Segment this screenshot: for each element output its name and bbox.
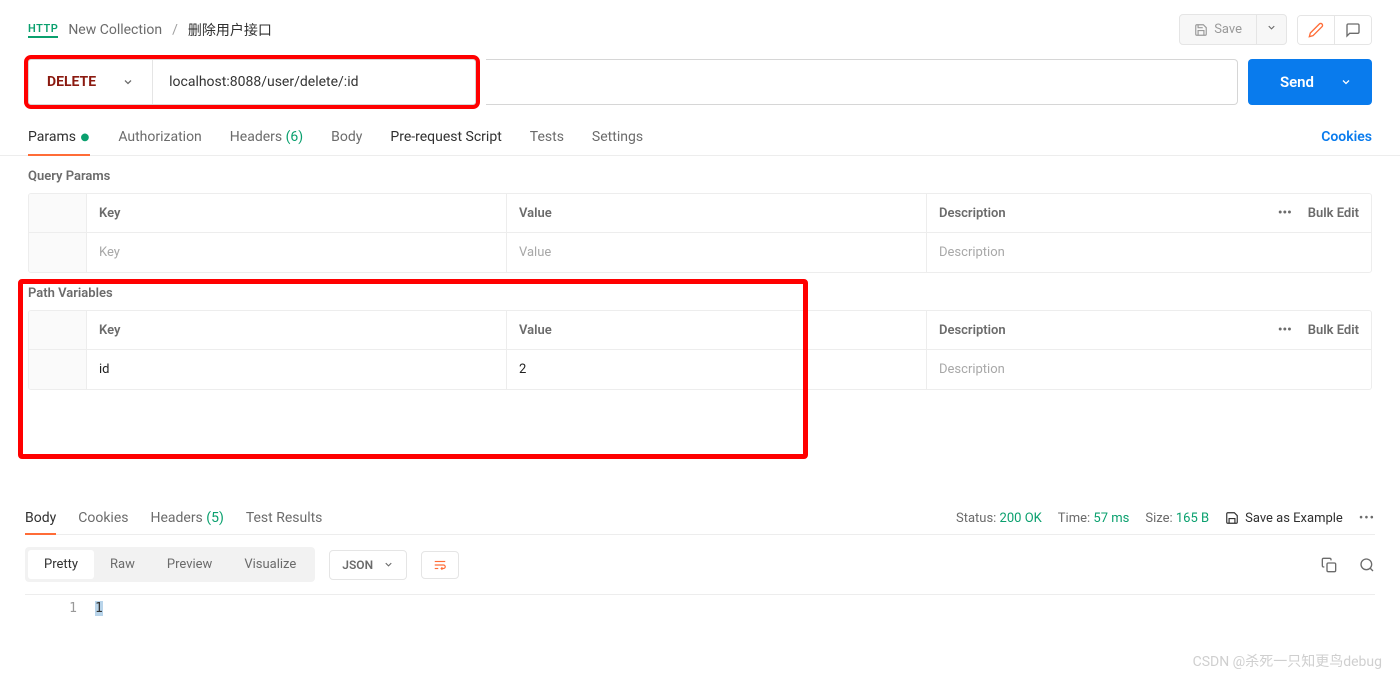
row-checkbox[interactable] <box>29 233 87 272</box>
lang-select[interactable]: JSON <box>329 550 407 580</box>
comments-button[interactable] <box>1334 16 1371 44</box>
query-params-table: Key Value Description ••• Bulk Edit Key … <box>28 193 1372 273</box>
method-select[interactable]: DELETE <box>29 60 153 104</box>
key-header: Key <box>87 311 507 349</box>
format-segment: Pretty Raw Preview Visualize <box>25 547 315 582</box>
edit-button[interactable] <box>1298 16 1334 44</box>
save-button[interactable]: Save <box>1180 15 1256 44</box>
copy-button[interactable] <box>1321 557 1337 573</box>
watermark: CSDN @杀死一只知更鸟debug <box>1193 651 1382 671</box>
search-button[interactable] <box>1359 557 1375 573</box>
save-label: Save <box>1214 22 1242 37</box>
path-vars-table: Key Value Description ••• Bulk Edit id 2… <box>28 310 1372 390</box>
seg-visualize[interactable]: Visualize <box>228 550 312 579</box>
bulk-edit-link[interactable]: Bulk Edit <box>1308 206 1359 221</box>
save-icon <box>1225 511 1239 525</box>
resp-tab-body[interactable]: Body <box>25 502 56 534</box>
tab-tests[interactable]: Tests <box>530 119 564 155</box>
headers-count: (6) <box>286 129 304 145</box>
more-icon[interactable]: ••• <box>1359 511 1375 526</box>
save-dropdown[interactable] <box>1256 15 1286 44</box>
key-input[interactable]: id <box>87 350 507 389</box>
row-checkbox[interactable] <box>29 350 87 389</box>
method-label: DELETE <box>47 74 96 90</box>
size-meta: Size: 165 B <box>1145 511 1209 526</box>
more-icon[interactable]: ••• <box>1278 323 1292 338</box>
breadcrumb-collection[interactable]: New Collection <box>68 22 162 38</box>
pencil-icon <box>1308 22 1324 38</box>
seg-pretty[interactable]: Pretty <box>28 550 94 579</box>
query-params-title: Query Params <box>28 169 1372 184</box>
time-meta: Time: 57 ms <box>1058 511 1130 526</box>
response-body[interactable]: 1 1 <box>25 594 1375 622</box>
desc-header: Description ••• Bulk Edit <box>927 194 1371 232</box>
desc-input[interactable]: Description <box>927 350 1371 389</box>
save-as-example-button[interactable]: Save as Example <box>1225 511 1343 526</box>
breadcrumb-request-name[interactable]: 删除用户接口 <box>188 20 272 40</box>
cookies-link[interactable]: Cookies <box>1321 119 1372 155</box>
comment-icon <box>1345 22 1361 38</box>
save-icon <box>1194 23 1208 37</box>
value-input[interactable]: 2 <box>507 350 927 389</box>
tab-prerequest[interactable]: Pre-request Script <box>390 119 501 155</box>
resp-tab-cookies[interactable]: Cookies <box>78 502 128 534</box>
value-header: Value <box>507 311 927 349</box>
send-label: Send <box>1280 73 1314 91</box>
url-text: localhost:8088/user/delete/:id <box>169 74 358 90</box>
chevron-down-icon <box>383 559 394 570</box>
value-input[interactable]: Value <box>507 233 927 272</box>
tab-headers[interactable]: Headers (6) <box>230 119 303 155</box>
params-modified-dot: ● <box>79 126 90 147</box>
checkbox-header <box>29 311 87 349</box>
resp-tab-headers[interactable]: Headers (5) <box>150 502 223 534</box>
seg-raw[interactable]: Raw <box>94 550 151 579</box>
send-button[interactable]: Send <box>1248 59 1372 105</box>
wrap-icon <box>432 558 448 572</box>
tab-body[interactable]: Body <box>331 119 362 155</box>
more-icon[interactable]: ••• <box>1278 206 1292 221</box>
method-url-highlight: DELETE localhost:8088/user/delete/:id <box>28 59 476 105</box>
tab-authorization[interactable]: Authorization <box>118 119 201 155</box>
resp-tab-tests[interactable]: Test Results <box>246 502 323 534</box>
line-number: 1 <box>25 601 95 616</box>
copy-icon <box>1321 557 1337 573</box>
tab-settings[interactable]: Settings <box>592 119 643 155</box>
chevron-down-icon <box>1266 22 1277 33</box>
chevron-down-icon <box>122 76 134 88</box>
chevron-down-icon <box>1340 76 1352 88</box>
desc-header: Description ••• Bulk Edit <box>927 311 1371 349</box>
breadcrumb-sep: / <box>172 22 178 38</box>
path-vars-title: Path Variables <box>28 286 1372 301</box>
bulk-edit-link[interactable]: Bulk Edit <box>1308 323 1359 338</box>
url-input[interactable]: localhost:8088/user/delete/:id <box>153 60 475 104</box>
key-input[interactable]: Key <box>87 233 507 272</box>
key-header: Key <box>87 194 507 232</box>
search-icon <box>1359 557 1375 573</box>
breadcrumb: HTTP New Collection / 删除用户接口 <box>28 20 272 40</box>
seg-preview[interactable]: Preview <box>151 550 228 579</box>
http-badge: HTTP <box>28 22 58 38</box>
tab-params[interactable]: Params ● <box>28 119 90 155</box>
status-meta: Status: 200 OK <box>956 511 1042 526</box>
url-extension[interactable] <box>486 59 1238 105</box>
code-content: 1 <box>95 601 103 616</box>
resp-headers-count: (5) <box>206 510 224 526</box>
desc-input[interactable]: Description <box>927 233 1371 272</box>
value-header: Value <box>507 194 927 232</box>
wrap-lines-button[interactable] <box>421 551 459 579</box>
checkbox-header <box>29 194 87 232</box>
